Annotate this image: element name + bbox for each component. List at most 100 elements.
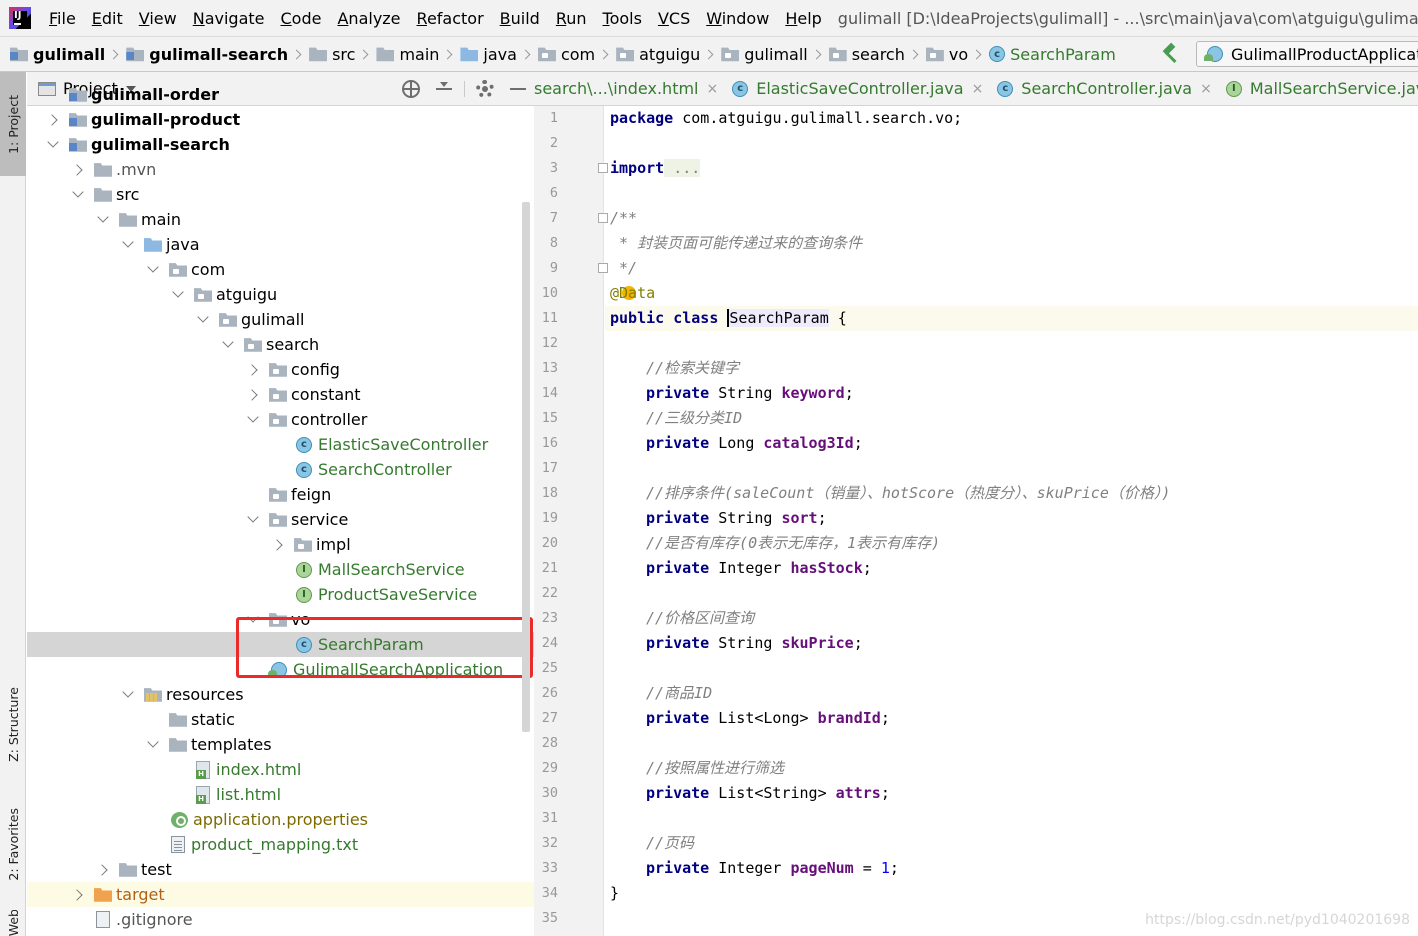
tree-node-main[interactable]: main [27,207,534,232]
menu-help[interactable]: Help [777,9,829,28]
editor-tab-mallsearchservice-java[interactable]: IMallSearchService.java× [1220,72,1418,105]
tree-node-gitignore[interactable]: .gitignore [27,907,534,932]
chevron-down-icon[interactable] [220,337,236,353]
tree-node-searchcontroller[interactable]: c SearchController [27,457,534,482]
tree-node-productsaveservice[interactable]: I ProductSaveService [27,582,534,607]
code-editor[interactable]: package com.atguigu.gulimall.search.vo; … [605,106,1418,936]
close-icon[interactable]: × [707,81,719,97]
breadcrumb-item-searchparam[interactable]: c SearchParam [989,45,1116,64]
chevron-down-icon[interactable] [245,512,261,528]
tree-node-gulimall[interactable]: gulimall [27,307,534,332]
tool-window-structure-tab[interactable]: Z: Structure [0,672,26,776]
menu-build[interactable]: Build [492,9,548,28]
menu-edit[interactable]: Edit [84,9,131,28]
chevron-down-icon[interactable] [145,737,161,753]
tree-node-src[interactable]: src [27,182,534,207]
package-icon [244,338,262,352]
tree-node-label: list.html [216,785,282,804]
code-line-29: //按照属性进行筛选 [646,759,785,777]
tree-node-feign[interactable]: feign [27,482,534,507]
chevron-right-icon[interactable] [45,112,61,128]
tool-window-project-tab[interactable]: 1: Project [0,72,26,176]
menu-window[interactable]: Window [698,9,777,28]
chevron-down-icon[interactable] [120,687,136,703]
tree-node-gulimall-search[interactable]: gulimall-search [27,132,534,157]
chevron-down-icon[interactable] [245,412,261,428]
close-icon[interactable]: × [1200,81,1212,97]
menu-navigate[interactable]: Navigate [185,9,273,28]
tree-node-com[interactable]: com [27,257,534,282]
chevron-right-icon[interactable] [245,387,261,403]
tree-node-impl[interactable]: impl [27,532,534,557]
tree-node-resources[interactable]: resources [27,682,534,707]
menu-vcs[interactable]: VCS [650,9,698,28]
breadcrumb-item-gulimall-pkg[interactable]: gulimall [721,45,808,64]
chevron-down-icon[interactable] [145,262,161,278]
breadcrumb-item-gulimall-search[interactable]: gulimall-search [126,45,288,64]
breadcrumb-item-atguigu[interactable]: atguigu [616,45,700,64]
editor-tab-searchcontroller-java[interactable]: c SearchController.java × [991,72,1220,105]
chevron-down-icon[interactable] [70,187,86,203]
tool-window-favorites-tab[interactable]: 2: Favorites [0,794,26,894]
tree-node-config[interactable]: config [27,357,534,382]
chevron-right-icon[interactable] [70,162,86,178]
tree-node-mallsearchservice[interactable]: I MallSearchService [27,557,534,582]
package-icon [925,47,944,62]
tree-node-templates[interactable]: templates [27,732,534,757]
tree-node-java[interactable]: java [27,232,534,257]
tree-node-application-properties[interactable]: application.properties [27,807,534,832]
tree-node-constant[interactable]: constant [27,382,534,407]
breadcrumb-item-src[interactable]: src [309,45,355,64]
tree-node-gulimall-order[interactable]: gulimall-order [27,82,534,107]
chevron-down-icon[interactable] [170,287,186,303]
breadcrumb-item-java[interactable]: java [460,45,517,64]
chevron-right-icon[interactable] [270,537,286,553]
build-hammer-icon[interactable] [1160,43,1182,65]
breadcrumb-item-com[interactable]: com [537,45,595,64]
editor-tab-search-index-html[interactable]: search\...\index.html × [534,72,726,105]
tree-node-service[interactable]: service [27,507,534,532]
tree-node-index-html[interactable]: index.html [27,757,534,782]
menu-file[interactable]: File [41,9,84,28]
editor-tab-elasticsavecontroller-java[interactable]: c ElasticSaveController.java × [726,72,991,105]
resources-folder-icon [144,688,162,702]
breadcrumb-item-search[interactable]: search [828,45,905,64]
menu-tools[interactable]: Tools [595,9,650,28]
close-icon[interactable]: × [972,81,984,97]
chevron-right-icon[interactable] [245,362,261,378]
run-configuration-select[interactable]: GulimallProductApplication [1196,41,1418,67]
breadcrumb-item-vo[interactable]: vo [925,45,968,64]
module-folder-icon [69,88,87,102]
chevron-right-icon[interactable] [95,862,111,878]
tree-node-target[interactable]: target [27,882,534,907]
line-number: 24 [541,635,558,651]
tree-scrollbar[interactable] [522,202,530,732]
breadcrumb-item-gulimall[interactable]: gulimall [10,45,105,64]
tree-node-list-html[interactable]: list.html [27,782,534,807]
tree-node-label: constant [291,385,361,404]
tree-node-static[interactable]: static [27,707,534,732]
tree-node-mvn[interactable]: .mvn [27,157,534,182]
tree-node-gulimall-product[interactable]: gulimall-product [27,107,534,132]
tree-node-search[interactable]: search [27,332,534,357]
tree-node-atguigu[interactable]: atguigu [27,282,534,307]
tree-node-test[interactable]: test [27,857,534,882]
chevron-down-icon[interactable] [195,312,211,328]
menu-refactor[interactable]: Refactor [409,9,492,28]
chevron-right-icon[interactable] [70,887,86,903]
tree-node-elasticsavecontroller[interactable]: c ElasticSaveController [27,432,534,457]
menu-code[interactable]: Code [273,9,330,28]
tree-node-product-mapping-txt[interactable]: product_mapping.txt [27,832,534,857]
chevron-down-icon[interactable] [95,212,111,228]
chevron-down-icon[interactable] [45,137,61,153]
tool-window-web-tab[interactable]: Web [0,910,26,936]
menu-run[interactable]: Run [548,9,595,28]
chevron-down-icon[interactable] [120,237,136,253]
breadcrumb-item-main[interactable]: main [376,45,439,64]
tree-node-label: java [166,235,200,254]
menu-analyze[interactable]: Analyze [329,9,408,28]
menu-view[interactable]: View [131,9,185,28]
tree-node-controller[interactable]: controller [27,407,534,432]
